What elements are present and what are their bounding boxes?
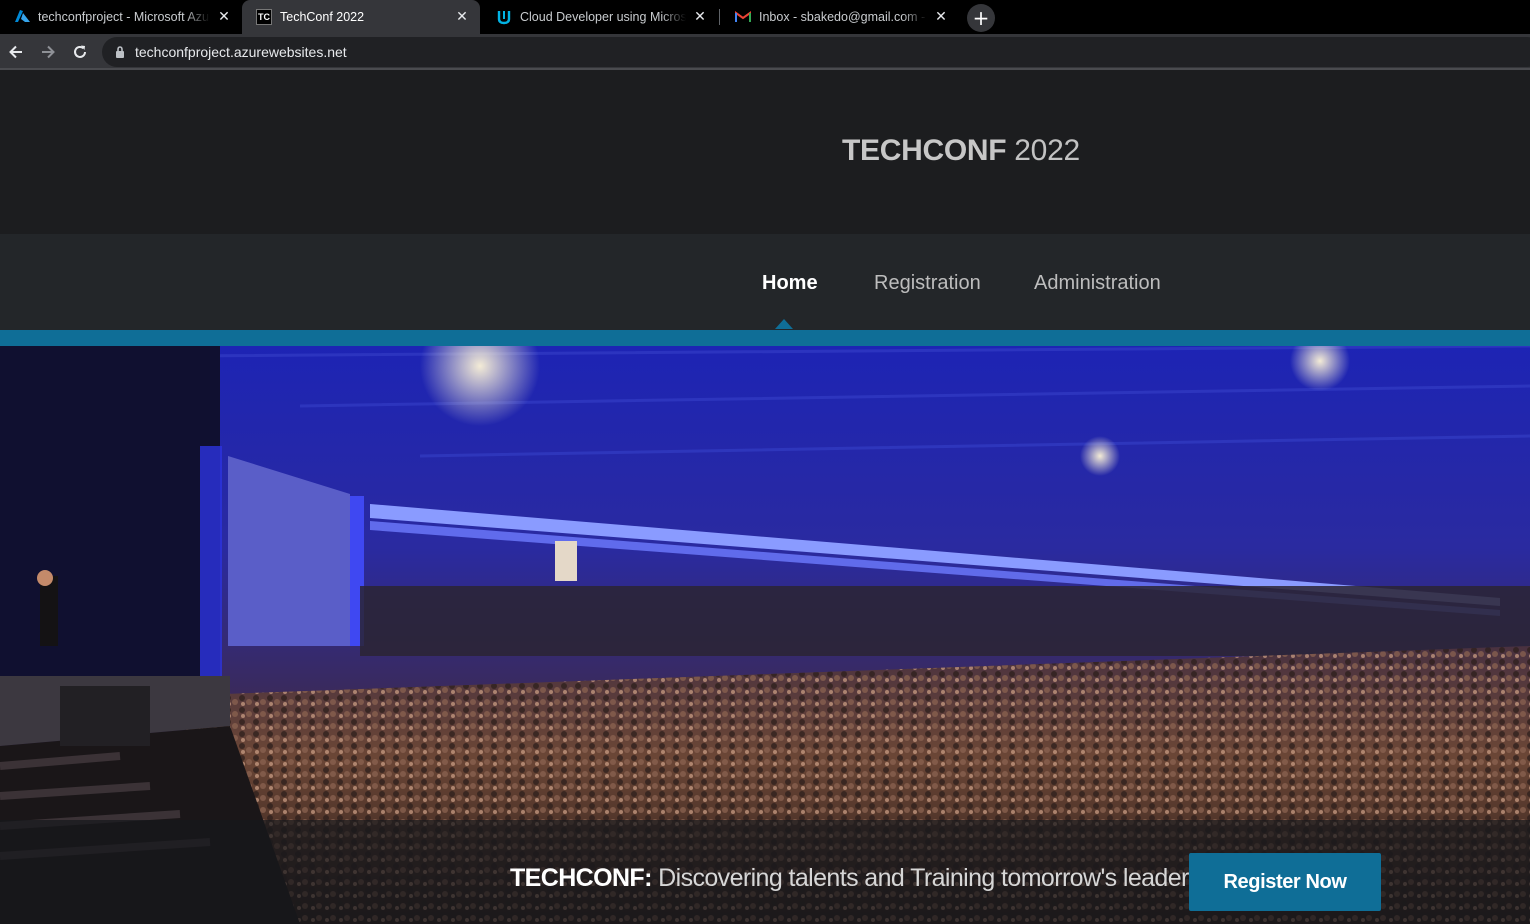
hero-caption-bar: TECHCONF: Discovering talents and Traini… [0, 820, 1530, 924]
arrow-left-icon [9, 45, 22, 59]
reload-icon [74, 45, 86, 58]
nav-administration[interactable]: Administration [1034, 272, 1161, 295]
new-tab-button[interactable]: + [967, 4, 995, 32]
close-icon[interactable]: ✕ [454, 9, 470, 25]
browser-tab-techconf[interactable]: TC TechConf 2022 ✕ [242, 0, 480, 34]
close-icon[interactable]: ✕ [692, 9, 708, 25]
tc-icon-text: TC [258, 12, 270, 22]
tab-title: TechConf 2022 [280, 10, 365, 24]
brand-year: 2022 [1006, 134, 1080, 167]
forward-button[interactable] [36, 40, 60, 64]
udacity-icon [496, 9, 512, 25]
browser-tab-bar: techconfproject - Microsoft Azure ✕ TC T… [0, 0, 1530, 34]
tab-separator [719, 9, 720, 25]
browser-toolbar: techconfproject.azurewebsites.net [0, 34, 1530, 70]
nav-home[interactable]: Home [762, 272, 818, 295]
close-icon[interactable]: ✕ [216, 9, 232, 25]
register-now-button[interactable]: Register Now [1189, 853, 1381, 911]
lock-icon [116, 46, 124, 58]
tagline-text: Discovering talents and Training tomorro… [651, 864, 1201, 892]
tagline-brand: TECHCONF: [510, 864, 652, 892]
hero-section: TECHCONF: Discovering talents and Traini… [0, 346, 1530, 924]
arrow-right-icon [42, 45, 55, 59]
tab-title: techconfproject - Microsoft Azure [38, 10, 210, 24]
site-brand[interactable]: TECHCONF 2022 [842, 134, 1080, 168]
active-nav-indicator [775, 319, 793, 329]
plus-icon: + [972, 6, 990, 30]
azure-icon [14, 9, 30, 25]
site-nav: Home Registration Administration [0, 234, 1530, 330]
tc-icon: TC [256, 9, 272, 25]
close-icon[interactable]: ✕ [933, 9, 949, 25]
reload-button[interactable] [68, 40, 92, 64]
browser-tab-gmail[interactable]: Inbox - sbakedo@gmail.com - Gmail ✕ [721, 0, 959, 34]
tab-title: Cloud Developer using Microsoft Azure [520, 10, 686, 24]
address-url: techconfproject.azurewebsites.net [135, 44, 347, 60]
hero-tagline: TECHCONF: Discovering talents and Traini… [510, 864, 1201, 893]
browser-tab-azure[interactable]: techconfproject - Microsoft Azure ✕ [0, 0, 242, 34]
back-button[interactable] [4, 40, 28, 64]
brand-strong: TECHCONF [842, 134, 1007, 167]
address-bar[interactable]: techconfproject.azurewebsites.net [102, 37, 1530, 67]
gmail-icon [735, 9, 751, 25]
page: TECHCONF 2022 Home Registration Administ… [0, 70, 1530, 924]
accent-bar [0, 330, 1530, 346]
browser-tab-udacity[interactable]: Cloud Developer using Microsoft Azure ✕ [482, 0, 718, 34]
site-header: TECHCONF 2022 [0, 70, 1530, 234]
tab-title: Inbox - sbakedo@gmail.com - Gmail [759, 10, 927, 24]
nav-registration[interactable]: Registration [874, 272, 981, 295]
